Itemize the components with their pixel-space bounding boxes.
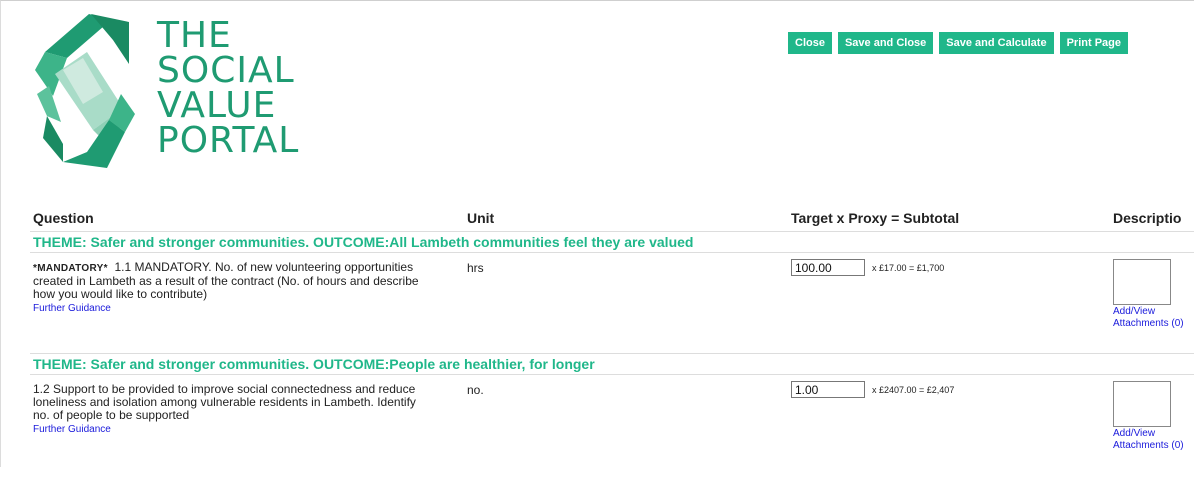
- table-row: *MANDATORY* 1.1 MANDATORY. No. of new vo…: [30, 253, 1194, 353]
- column-header-unit: Unit: [467, 210, 495, 226]
- proxy-calculation: x £2407.00 = £2,407: [872, 384, 955, 395]
- logo-word: THE: [157, 15, 232, 56]
- question-text: *MANDATORY* 1.1 MANDATORY. No. of new vo…: [33, 261, 433, 315]
- questions-table: Question Unit Target x Proxy = Subtotal …: [30, 207, 1194, 485]
- logo-word: VALUE: [157, 85, 277, 126]
- question-text: 1.2 Support to be provided to improve so…: [33, 383, 433, 436]
- target-cell: x £17.00 = £1,700: [791, 259, 944, 276]
- target-cell: x £2407.00 = £2,407: [791, 381, 954, 398]
- further-guidance-link[interactable]: Further Guidance: [33, 423, 433, 436]
- table-row: 1.2 Support to be provided to improve so…: [30, 375, 1194, 485]
- theme-heading: THEME: Safer and stronger communities. O…: [30, 231, 1194, 253]
- page: THE SOCIAL VALUE PORTAL Close Save and C…: [0, 0, 1194, 467]
- print-page-button[interactable]: Print Page: [1059, 32, 1128, 54]
- unit-value: no.: [467, 383, 484, 397]
- description-cell: Add/View Attachments (0): [1113, 259, 1194, 330]
- table-header: Question Unit Target x Proxy = Subtotal …: [30, 207, 1194, 231]
- social-value-portal-logo-icon: [35, 14, 135, 168]
- close-button[interactable]: Close: [788, 32, 832, 54]
- column-header-target: Target x Proxy = Subtotal: [791, 210, 960, 226]
- add-view-attachments-link[interactable]: Add/View Attachments (0): [1113, 428, 1194, 452]
- column-header-question: Question: [33, 210, 94, 226]
- question-label: 1.2 Support to be provided to improve so…: [33, 382, 416, 422]
- column-header-description: Descriptio: [1113, 210, 1182, 226]
- add-view-attachments-link[interactable]: Add/View Attachments (0): [1113, 306, 1194, 330]
- unit-value: hrs: [467, 261, 484, 275]
- proxy-calculation: x £17.00 = £1,700: [872, 262, 945, 273]
- mandatory-flag: *MANDATORY*: [33, 263, 108, 274]
- logo: THE SOCIAL VALUE PORTAL: [33, 12, 298, 177]
- logo-word: SOCIAL: [157, 50, 295, 91]
- logo-wordmark: THE SOCIAL VALUE PORTAL: [157, 15, 300, 161]
- action-toolbar: Close Save and Close Save and Calculate …: [788, 32, 1128, 54]
- further-guidance-link[interactable]: Further Guidance: [33, 302, 433, 315]
- description-textarea[interactable]: [1113, 259, 1171, 305]
- description-textarea[interactable]: [1113, 381, 1171, 427]
- theme-heading: THEME: Safer and stronger communities. O…: [30, 353, 1194, 375]
- target-input[interactable]: [791, 259, 865, 276]
- description-cell: Add/View Attachments (0): [1113, 381, 1194, 452]
- logo-word: PORTAL: [157, 120, 300, 161]
- target-input[interactable]: [791, 381, 865, 398]
- save-and-close-button[interactable]: Save and Close: [837, 32, 934, 54]
- save-and-calculate-button[interactable]: Save and Calculate: [939, 32, 1054, 54]
